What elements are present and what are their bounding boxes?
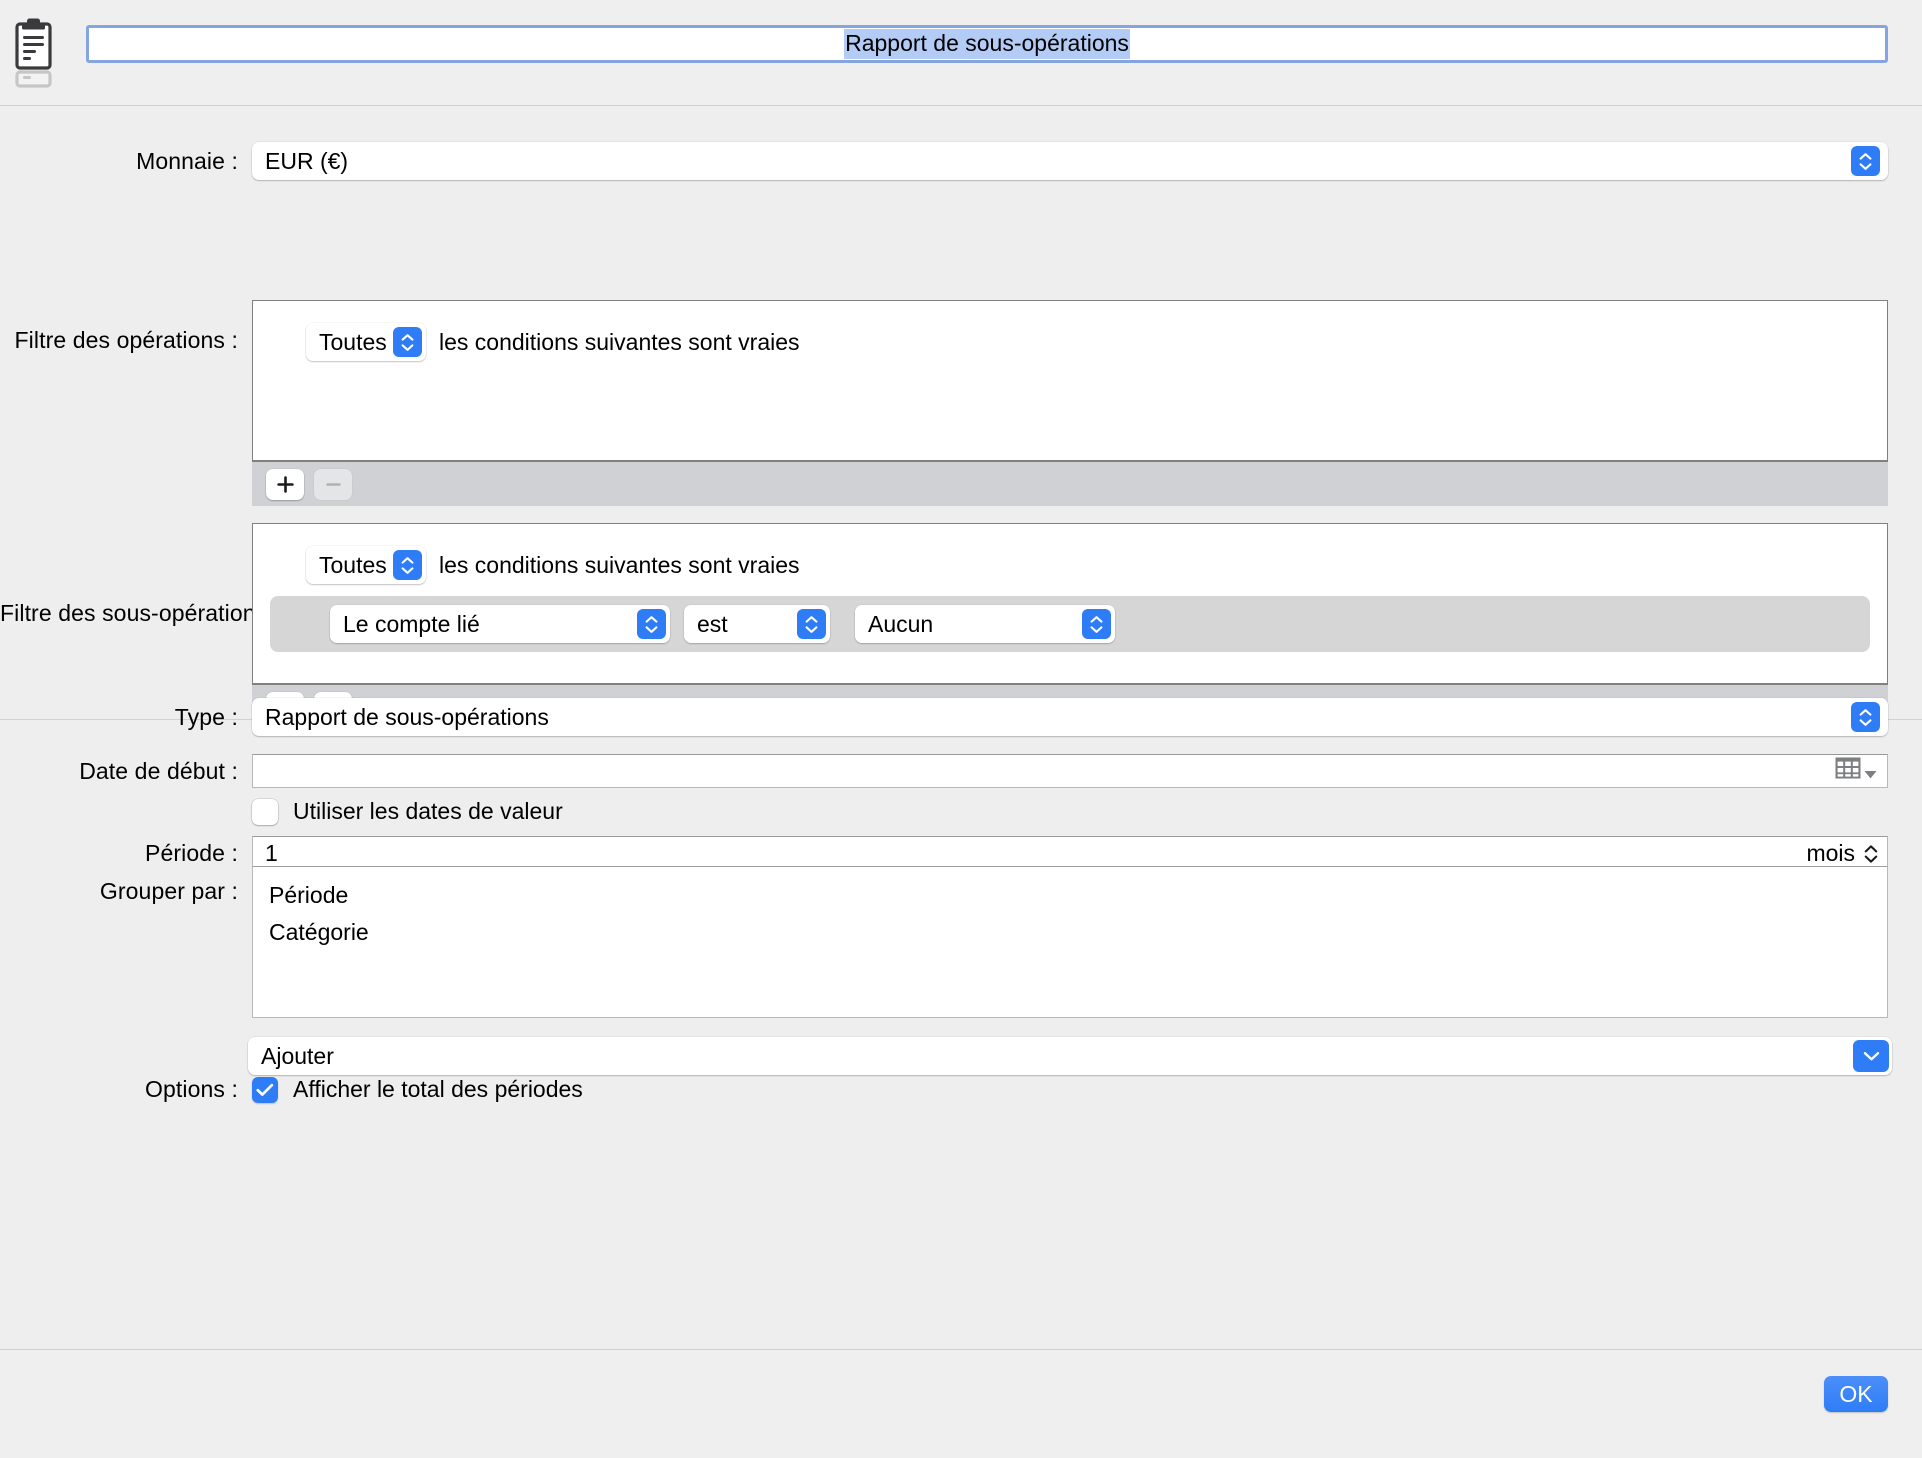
period-value: 1	[253, 840, 278, 867]
ok-button[interactable]: OK	[1824, 1376, 1888, 1412]
condition-operator-stepper-icon[interactable]	[797, 609, 826, 639]
condition-operator-value: est	[684, 611, 797, 638]
options-row: Options : Afficher le total des périodes	[0, 1076, 1922, 1103]
condition-value-select[interactable]: Aucun	[855, 605, 1115, 643]
group-by-list[interactable]: Période Catégorie	[252, 866, 1888, 1018]
value-dates-label: Utiliser les dates de valeur	[293, 798, 563, 825]
condition-field-stepper-icon[interactable]	[637, 609, 666, 639]
type-value: Rapport de sous-opérations	[252, 704, 549, 731]
report-title-input[interactable]: Rapport de sous-opérations	[86, 25, 1888, 63]
currency-stepper-icon[interactable]	[1851, 146, 1880, 176]
chevron-down-icon	[1864, 855, 1877, 862]
period-unit-stepper[interactable]	[1862, 838, 1878, 868]
group-by-add-label: Ajouter	[248, 1043, 1853, 1070]
currency-label: Monnaie :	[0, 148, 238, 175]
chevron-up-icon	[805, 616, 818, 623]
transaction-filter-toolbar	[252, 461, 1888, 506]
condition-field-select[interactable]: Le compte lié	[330, 605, 670, 643]
dialog-footer: OK	[0, 1349, 1922, 1458]
type-row: Type : Rapport de sous-opérations	[0, 698, 1922, 736]
chevron-down-icon[interactable]	[1853, 1040, 1889, 1072]
value-dates-checkbox[interactable]	[252, 799, 278, 825]
show-period-total-checkbox[interactable]	[252, 1077, 278, 1103]
options-label: Options :	[0, 1076, 238, 1103]
condition-value-stepper-icon[interactable]	[1082, 609, 1111, 639]
filters-section: Monnaie : EUR (€) Filtre des opérations …	[0, 106, 1922, 656]
type-stepper-icon[interactable]	[1851, 702, 1880, 732]
match-stepper-icon[interactable]	[393, 550, 422, 580]
dialog-header: Rapport de sous-opérations	[0, 0, 1922, 106]
plus-icon	[277, 476, 294, 493]
match-stepper-icon[interactable]	[393, 327, 422, 357]
transaction-filter-remove-button	[314, 469, 352, 500]
calendar-icon	[1835, 757, 1861, 785]
transaction-filter-match-row: Toutes les conditions suivantes sont vra…	[306, 323, 800, 361]
checkmark-icon	[256, 1083, 274, 1097]
chevron-down-icon	[805, 626, 818, 633]
report-options-section: Type : Rapport de sous-opérations Date d…	[0, 656, 1922, 1107]
list-item[interactable]: Catégorie	[253, 914, 1887, 951]
triangle-down-icon	[1864, 758, 1877, 785]
type-select[interactable]: Rapport de sous-opérations	[252, 698, 1888, 736]
chevron-up-icon	[1864, 845, 1877, 852]
currency-value: EUR (€)	[252, 148, 348, 175]
show-period-total-label: Afficher le total des périodes	[293, 1076, 583, 1103]
subtransaction-filter-match-value: Toutes	[306, 552, 393, 579]
calendar-picker-button[interactable]	[1835, 757, 1877, 785]
transaction-filter-match-value: Toutes	[306, 329, 393, 356]
transaction-filter-match-select[interactable]: Toutes	[306, 323, 426, 361]
start-date-label: Date de début :	[0, 758, 238, 785]
transaction-filter-label: Filtre des opérations :	[0, 327, 238, 354]
subtransaction-filter-match-select[interactable]: Toutes	[306, 546, 426, 584]
chevron-down-icon	[1859, 163, 1872, 170]
chevron-up-icon	[1090, 616, 1103, 623]
start-date-row: Date de début :	[0, 754, 1922, 788]
chevron-up-icon	[1859, 153, 1872, 160]
transaction-filter-add-button[interactable]	[266, 469, 304, 500]
chevron-up-icon	[401, 557, 414, 564]
condition-value-value: Aucun	[855, 611, 1082, 638]
chevron-down-icon	[1090, 626, 1103, 633]
chevron-down-icon	[401, 567, 414, 574]
chevron-down-icon	[1859, 719, 1872, 726]
currency-select[interactable]: EUR (€)	[252, 142, 1888, 180]
condition-field-value: Le compte lié	[330, 611, 637, 638]
type-label: Type :	[0, 704, 238, 731]
transaction-filter-box: Toutes les conditions suivantes sont vra…	[252, 300, 1888, 506]
report-title-value: Rapport de sous-opérations	[844, 29, 1130, 59]
transaction-filter-match-suffix: les conditions suivantes sont vraies	[439, 329, 800, 356]
subtransaction-filter-match-suffix: les conditions suivantes sont vraies	[439, 552, 800, 579]
show-period-total-row[interactable]: Afficher le total des périodes	[252, 1076, 583, 1103]
chevron-up-icon	[401, 334, 414, 341]
group-by-label: Grouper par :	[0, 878, 238, 905]
chevron-up-icon	[645, 616, 658, 623]
transaction-filter-conditions-area: Toutes les conditions suivantes sont vra…	[252, 300, 1888, 461]
start-date-input[interactable]	[252, 754, 1888, 788]
subtransaction-filter-label: Filtre des sous-opérations :	[0, 600, 238, 627]
condition-row: Le compte lié est	[270, 596, 1870, 652]
list-item[interactable]: Période	[253, 877, 1887, 914]
period-label: Période :	[0, 840, 238, 867]
period-input[interactable]: 1 mois	[252, 836, 1888, 870]
period-unit-value: mois	[1806, 840, 1855, 867]
report-clipboard-icon	[10, 16, 62, 90]
group-by-add-dropdown[interactable]: Ajouter	[248, 1037, 1892, 1075]
minus-icon	[325, 476, 342, 493]
condition-operator-select[interactable]: est	[684, 605, 830, 643]
value-dates-row[interactable]: Utiliser les dates de valeur	[252, 798, 563, 825]
chevron-up-icon	[1859, 709, 1872, 716]
subtransaction-filter-match-row: Toutes les conditions suivantes sont vra…	[306, 546, 800, 584]
period-row: Période : 1 mois	[0, 836, 1922, 870]
currency-row: Monnaie : EUR (€)	[0, 142, 1922, 180]
chevron-down-icon	[645, 626, 658, 633]
chevron-down-icon	[401, 344, 414, 351]
